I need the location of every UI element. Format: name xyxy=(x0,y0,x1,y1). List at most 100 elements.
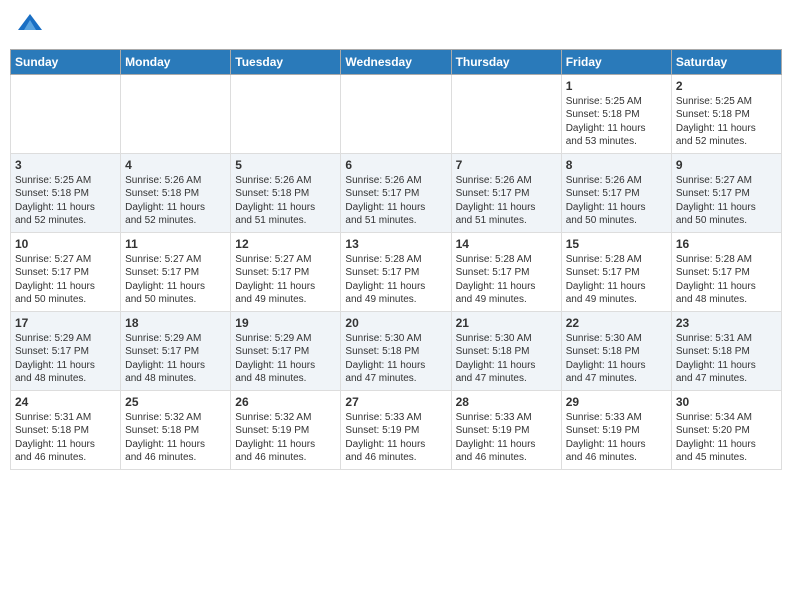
calendar-cell: 16 Sunrise: 5:28 AM Sunset: 5:17 PM Dayli… xyxy=(671,232,781,311)
calendar-cell: 22 Sunrise: 5:30 AM Sunset: 5:18 PM Dayli… xyxy=(561,311,671,390)
day-number: 26 xyxy=(235,395,336,409)
day-info: Sunrise: 5:32 AM Sunset: 5:18 PM Dayligh… xyxy=(125,411,226,465)
calendar-cell: 12 Sunrise: 5:27 AM Sunset: 5:17 PM Dayli… xyxy=(231,232,341,311)
day-info: Sunrise: 5:31 AM Sunset: 5:18 PM Dayligh… xyxy=(676,332,777,386)
calendar-cell: 15 Sunrise: 5:28 AM Sunset: 5:17 PM Dayli… xyxy=(561,232,671,311)
calendar-cell: 27 Sunrise: 5:33 AM Sunset: 5:19 PM Dayli… xyxy=(341,390,451,469)
calendar-week-row: 17 Sunrise: 5:29 AM Sunset: 5:17 PM Dayli… xyxy=(11,311,782,390)
calendar-cell: 3 Sunrise: 5:25 AM Sunset: 5:18 PM Daylig… xyxy=(11,153,121,232)
day-number: 25 xyxy=(125,395,226,409)
day-info: Sunrise: 5:30 AM Sunset: 5:18 PM Dayligh… xyxy=(566,332,667,386)
day-of-week-header: Saturday xyxy=(671,49,781,74)
day-info: Sunrise: 5:26 AM Sunset: 5:17 PM Dayligh… xyxy=(456,174,557,228)
calendar-cell: 29 Sunrise: 5:33 AM Sunset: 5:19 PM Dayli… xyxy=(561,390,671,469)
day-number: 24 xyxy=(15,395,116,409)
day-number: 18 xyxy=(125,316,226,330)
calendar-cell: 28 Sunrise: 5:33 AM Sunset: 5:19 PM Dayli… xyxy=(451,390,561,469)
day-info: Sunrise: 5:30 AM Sunset: 5:18 PM Dayligh… xyxy=(345,332,446,386)
day-info: Sunrise: 5:29 AM Sunset: 5:17 PM Dayligh… xyxy=(15,332,116,386)
calendar-cell: 20 Sunrise: 5:30 AM Sunset: 5:18 PM Dayli… xyxy=(341,311,451,390)
day-info: Sunrise: 5:27 AM Sunset: 5:17 PM Dayligh… xyxy=(15,253,116,307)
page-header xyxy=(10,10,782,43)
calendar-cell: 17 Sunrise: 5:29 AM Sunset: 5:17 PM Dayli… xyxy=(11,311,121,390)
day-info: Sunrise: 5:27 AM Sunset: 5:17 PM Dayligh… xyxy=(125,253,226,307)
calendar-cell: 13 Sunrise: 5:28 AM Sunset: 5:17 PM Dayli… xyxy=(341,232,451,311)
day-number: 14 xyxy=(456,237,557,251)
day-info: Sunrise: 5:33 AM Sunset: 5:19 PM Dayligh… xyxy=(566,411,667,465)
day-of-week-header: Friday xyxy=(561,49,671,74)
calendar-header-row: SundayMondayTuesdayWednesdayThursdayFrid… xyxy=(11,49,782,74)
day-info: Sunrise: 5:27 AM Sunset: 5:17 PM Dayligh… xyxy=(235,253,336,307)
day-number: 22 xyxy=(566,316,667,330)
day-number: 1 xyxy=(566,79,667,93)
day-number: 15 xyxy=(566,237,667,251)
calendar-cell xyxy=(341,74,451,153)
calendar-cell: 6 Sunrise: 5:26 AM Sunset: 5:17 PM Daylig… xyxy=(341,153,451,232)
day-number: 9 xyxy=(676,158,777,172)
day-number: 13 xyxy=(345,237,446,251)
calendar-cell: 14Sunrise: 5:28 AM Sunset: 5:17 PM Dayli… xyxy=(451,232,561,311)
day-number: 30 xyxy=(676,395,777,409)
day-number: 29 xyxy=(566,395,667,409)
day-number: 4 xyxy=(125,158,226,172)
day-number: 8 xyxy=(566,158,667,172)
day-info: Sunrise: 5:33 AM Sunset: 5:19 PM Dayligh… xyxy=(345,411,446,465)
day-info: Sunrise: 5:26 AM Sunset: 5:17 PM Dayligh… xyxy=(345,174,446,228)
day-number: 28 xyxy=(456,395,557,409)
calendar-week-row: 3 Sunrise: 5:25 AM Sunset: 5:18 PM Daylig… xyxy=(11,153,782,232)
day-number: 11 xyxy=(125,237,226,251)
day-number: 23 xyxy=(676,316,777,330)
calendar-cell: 1 Sunrise: 5:25 AM Sunset: 5:18 PM Daylig… xyxy=(561,74,671,153)
calendar-cell: 2 Sunrise: 5:25 AM Sunset: 5:18 PM Daylig… xyxy=(671,74,781,153)
day-number: 19 xyxy=(235,316,336,330)
day-number: 17 xyxy=(15,316,116,330)
day-info: Sunrise: 5:26 AM Sunset: 5:18 PM Dayligh… xyxy=(235,174,336,228)
calendar-cell xyxy=(121,74,231,153)
calendar-cell: 18Sunrise: 5:29 AM Sunset: 5:17 PM Dayli… xyxy=(121,311,231,390)
day-info: Sunrise: 5:28 AM Sunset: 5:17 PM Dayligh… xyxy=(566,253,667,307)
day-info: Sunrise: 5:29 AM Sunset: 5:17 PM Dayligh… xyxy=(235,332,336,386)
calendar-cell: 10 Sunrise: 5:27 AM Sunset: 5:17 PM Dayli… xyxy=(11,232,121,311)
calendar-cell: 9 Sunrise: 5:27 AM Sunset: 5:17 PM Daylig… xyxy=(671,153,781,232)
day-info: Sunrise: 5:32 AM Sunset: 5:19 PM Dayligh… xyxy=(235,411,336,465)
day-info: Sunrise: 5:25 AM Sunset: 5:18 PM Dayligh… xyxy=(15,174,116,228)
day-number: 20 xyxy=(345,316,446,330)
day-number: 27 xyxy=(345,395,446,409)
calendar-cell xyxy=(231,74,341,153)
day-info: Sunrise: 5:28 AM Sunset: 5:17 PM Dayligh… xyxy=(345,253,446,307)
calendar-week-row: 24 Sunrise: 5:31 AM Sunset: 5:18 PM Dayli… xyxy=(11,390,782,469)
calendar-cell: 4 Sunrise: 5:26 AM Sunset: 5:18 PM Daylig… xyxy=(121,153,231,232)
day-info: Sunrise: 5:27 AM Sunset: 5:17 PM Dayligh… xyxy=(676,174,777,228)
day-number: 12 xyxy=(235,237,336,251)
day-of-week-header: Sunday xyxy=(11,49,121,74)
day-info: Sunrise: 5:33 AM Sunset: 5:19 PM Dayligh… xyxy=(456,411,557,465)
day-info: Sunrise: 5:25 AM Sunset: 5:18 PM Dayligh… xyxy=(566,95,667,149)
day-number: 5 xyxy=(235,158,336,172)
calendar-table: SundayMondayTuesdayWednesdayThursdayFrid… xyxy=(10,49,782,470)
day-number: 6 xyxy=(345,158,446,172)
calendar-cell: 5 Sunrise: 5:26 AM Sunset: 5:18 PM Daylig… xyxy=(231,153,341,232)
day-info: Sunrise: 5:34 AM Sunset: 5:20 PM Dayligh… xyxy=(676,411,777,465)
calendar-cell: 26 Sunrise: 5:32 AM Sunset: 5:19 PM Dayli… xyxy=(231,390,341,469)
calendar-cell: 19 Sunrise: 5:29 AM Sunset: 5:17 PM Dayli… xyxy=(231,311,341,390)
logo-icon xyxy=(16,10,44,38)
day-of-week-header: Monday xyxy=(121,49,231,74)
day-of-week-header: Wednesday xyxy=(341,49,451,74)
calendar-cell: 23 Sunrise: 5:31 AM Sunset: 5:18 PM Dayli… xyxy=(671,311,781,390)
day-number: 21 xyxy=(456,316,557,330)
day-number: 7 xyxy=(456,158,557,172)
day-number: 3 xyxy=(15,158,116,172)
day-info: Sunrise: 5:30 AM Sunset: 5:18 PM Dayligh… xyxy=(456,332,557,386)
calendar-cell: 30 Sunrise: 5:34 AM Sunset: 5:20 PM Dayli… xyxy=(671,390,781,469)
day-number: 2 xyxy=(676,79,777,93)
day-info: Sunrise: 5:26 AM Sunset: 5:18 PM Dayligh… xyxy=(125,174,226,228)
day-number: 16 xyxy=(676,237,777,251)
calendar-cell: 21 Sunrise: 5:30 AM Sunset: 5:18 PM Dayli… xyxy=(451,311,561,390)
calendar-cell: 7 Sunrise: 5:26 AM Sunset: 5:17 PM Daylig… xyxy=(451,153,561,232)
day-of-week-header: Tuesday xyxy=(231,49,341,74)
day-info: Sunrise: 5:28 AM Sunset: 5:17 PM Dayligh… xyxy=(676,253,777,307)
day-number: 10 xyxy=(15,237,116,251)
day-info: Sunrise: 5:31 AM Sunset: 5:18 PM Dayligh… xyxy=(15,411,116,465)
day-info: Sunrise: 5:25 AM Sunset: 5:18 PM Dayligh… xyxy=(676,95,777,149)
day-info: Sunrise: 5:26 AM Sunset: 5:17 PM Dayligh… xyxy=(566,174,667,228)
